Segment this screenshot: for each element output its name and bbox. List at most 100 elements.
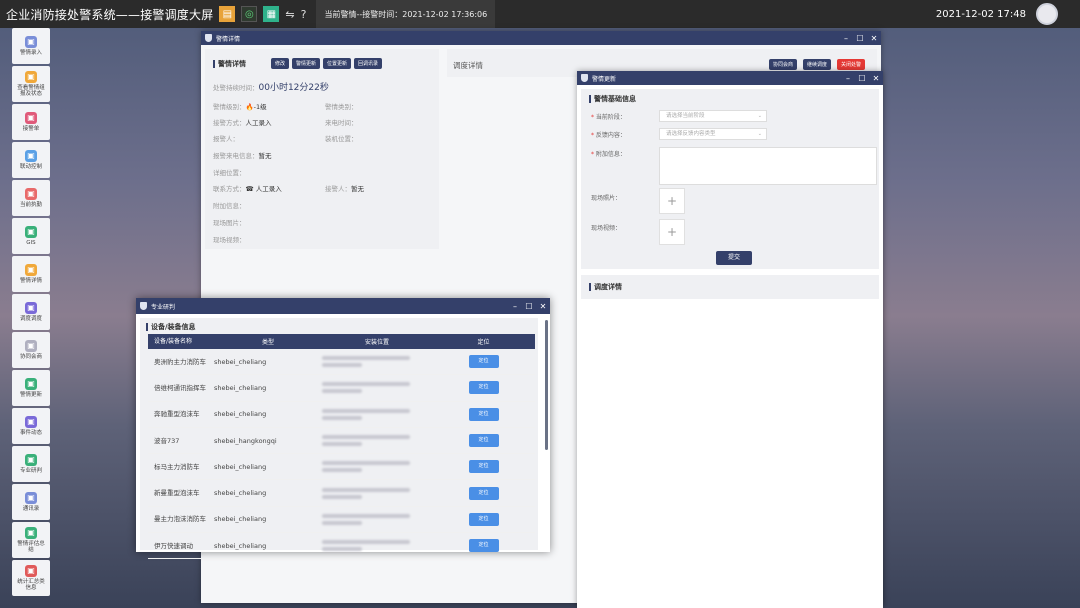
detail-panel: 警情详情 修改 警情更新 位置更新 回调讯录 处警持续时间：00小时12分22秒… (205, 49, 439, 249)
report-label: 接警方式： (213, 119, 246, 127)
extra-info-textarea[interactable] (659, 147, 877, 185)
equipment-table: 设备/装备名称 类型 安装位置 定位 奥洲豹主力消防车 shebei_chelia… (148, 334, 535, 560)
add-video-button[interactable]: + (659, 219, 685, 245)
sidebar-item[interactable]: ▣ 统计汇总类 信息 (12, 560, 50, 596)
alarm-update-window: 警情更新 – ☐ ✕ 警情基础信息 * 当前阶段： 请选择当前阶段 ⌄ * 反馈内… (577, 71, 883, 608)
shield-icon (205, 34, 212, 42)
record-icon[interactable]: ◎ (241, 6, 258, 22)
add-photo-button[interactable]: + (659, 188, 685, 214)
sidebar-item[interactable]: ▣ 事件动态 (12, 408, 50, 444)
equipment-name: 倍维柯通讯指挥车 (154, 383, 206, 392)
equipment-name: 奔驰重型泡沫车 (154, 410, 200, 419)
maximize-icon[interactable]: ☐ (522, 302, 536, 311)
alarm-update-button[interactable]: 警情更新 (292, 58, 321, 69)
close-icon[interactable]: ✕ (869, 74, 883, 83)
duty-icon: ▣ (25, 188, 37, 200)
locate-button[interactable]: 定位 (468, 407, 499, 421)
entry-icon: ▣ (25, 36, 37, 48)
sidebar-item-label: 警情录入 (19, 50, 42, 56)
edit-button[interactable]: 修改 (271, 58, 290, 69)
switch-icon[interactable]: ⇋ (285, 8, 294, 21)
sidebar-item[interactable]: ▣ 当前执勤 (12, 180, 50, 216)
location-update-button[interactable]: 位置更新 (323, 58, 352, 69)
sidebar-item[interactable]: ▣ 联动控制 (12, 142, 50, 178)
screen-icon[interactable]: ▦ (263, 6, 280, 22)
gis-icon: ▣ (25, 226, 37, 238)
sidebar-item[interactable]: ▣ 调度调度 (12, 294, 50, 330)
caller-num-label: 报警来电信息： (213, 152, 259, 160)
window-titlebar[interactable]: 警情详情 – ☐ ✕ (201, 31, 881, 45)
close-icon[interactable]: ✕ (536, 302, 550, 311)
sidebar-item[interactable]: ▣ 警情详情 (12, 256, 50, 292)
location-label: 装机位置： (325, 135, 358, 143)
sidebar-item[interactable]: ▣ 协同会商 (12, 332, 50, 368)
sidebar-item-label: 统计汇总类 信息 (17, 579, 45, 591)
install-location-redacted (322, 485, 432, 502)
window-title: 专业研判 (151, 303, 176, 311)
locate-button[interactable]: 定位 (468, 381, 499, 395)
locate-button[interactable]: 定位 (468, 434, 499, 448)
locate-button[interactable]: 定位 (468, 460, 499, 474)
locate-button[interactable]: 定位 (468, 355, 499, 369)
sidebar-item[interactable]: ▣ GIS (12, 218, 50, 254)
locate-button[interactable]: 定位 (468, 486, 499, 500)
dispatch-title: 调度详情 (589, 283, 622, 291)
window-titlebar[interactable]: 专业研判 – ☐ ✕ (136, 298, 550, 314)
table-row: 标马主力消防车 shebei_cheliang 定位 (148, 454, 535, 481)
close-alarm-button[interactable]: 关闭处警 (836, 59, 865, 70)
continue-dispatch-button[interactable]: 继续调度 (802, 59, 831, 70)
section-title: 设备/装备信息 (146, 323, 196, 331)
status-icon: ▣ (25, 71, 37, 83)
photo-label: 现场图片： (213, 219, 246, 227)
current-alarm[interactable]: 当前警情--接警时间：2021-12-02 17:36:06 (316, 0, 496, 28)
video-label: 现场视频： (591, 225, 622, 232)
locate-button[interactable]: 定位 (468, 539, 499, 553)
window-title: 警情更新 (592, 75, 617, 83)
callback-button[interactable]: 回调讯录 (354, 58, 383, 69)
level-value: -1级 (253, 103, 267, 111)
sidebar-item[interactable]: ▣ 警情评估总 结 (12, 522, 50, 558)
stage-select[interactable]: 请选择当前阶段 ⌄ (659, 110, 767, 122)
meeting-icon: ▣ (25, 340, 37, 352)
window-titlebar[interactable]: 警情更新 – ☐ ✕ (577, 71, 883, 85)
section-title: 警情基础信息 (589, 95, 636, 103)
minimize-icon[interactable]: – (508, 302, 522, 311)
sidebar-item[interactable]: ▣ 接警单 (12, 104, 50, 140)
detail-icon: ▣ (25, 264, 37, 276)
sidebar-item[interactable]: ▣ 查看警情组 报及状态 (12, 66, 50, 102)
receiver-value: 暂无 (351, 185, 364, 193)
maximize-icon[interactable]: ☐ (853, 34, 867, 43)
avatar[interactable] (1036, 3, 1058, 25)
sidebar-item-label: 警情详情 (19, 278, 42, 284)
scrollbar[interactable] (545, 320, 548, 450)
extra-label: 附加信息： (595, 151, 626, 158)
install-location-redacted (322, 353, 432, 370)
equipment-panel: 设备/装备信息 设备/装备名称 类型 安装位置 定位 奥洲豹主力消防车 shebe… (140, 318, 538, 560)
sidebar-item[interactable]: ▣ 警情录入 (12, 28, 50, 64)
equipment-name: 奥洲豹主力消防车 (154, 357, 206, 366)
locate-button[interactable]: 定位 (468, 512, 499, 526)
maximize-icon[interactable]: ☐ (855, 74, 869, 83)
stats-icon: ▣ (25, 565, 37, 577)
report-value: 人工录入 (245, 119, 272, 127)
sidebar-item[interactable]: ▣ 专业研判 (12, 446, 50, 482)
sidebar-item-label: 接警单 (22, 126, 40, 132)
submit-button[interactable]: 提交 (716, 251, 752, 265)
sidebar-item[interactable]: ▣ 警情更新 (12, 370, 50, 406)
equipment-type: shebei_cheliang (214, 462, 267, 471)
help-icon[interactable]: ? (301, 8, 307, 21)
minimize-icon[interactable]: – (841, 74, 855, 83)
feedback-select[interactable]: 请选择反馈内容类型 ⌄ (659, 128, 767, 140)
minimize-icon[interactable]: – (839, 34, 853, 43)
shield-icon (581, 74, 588, 82)
call-time-label: 来电时间： (325, 119, 358, 127)
duration-value: 00小时12分22秒 (258, 83, 329, 93)
sidebar-item[interactable]: ▣ 通讯录 (12, 484, 50, 520)
table-row: 曼主力泡沫消防车 shebei_cheliang 定位 (148, 507, 535, 534)
chevron-down-icon: ⌄ (757, 131, 762, 137)
bell-icon[interactable]: ▤ (219, 6, 236, 22)
level-label: 警情级别： (213, 103, 246, 111)
contact-value: 人工录入 (255, 185, 282, 193)
cooperate-button[interactable]: 协同会商 (768, 59, 797, 70)
close-icon[interactable]: ✕ (867, 34, 881, 43)
